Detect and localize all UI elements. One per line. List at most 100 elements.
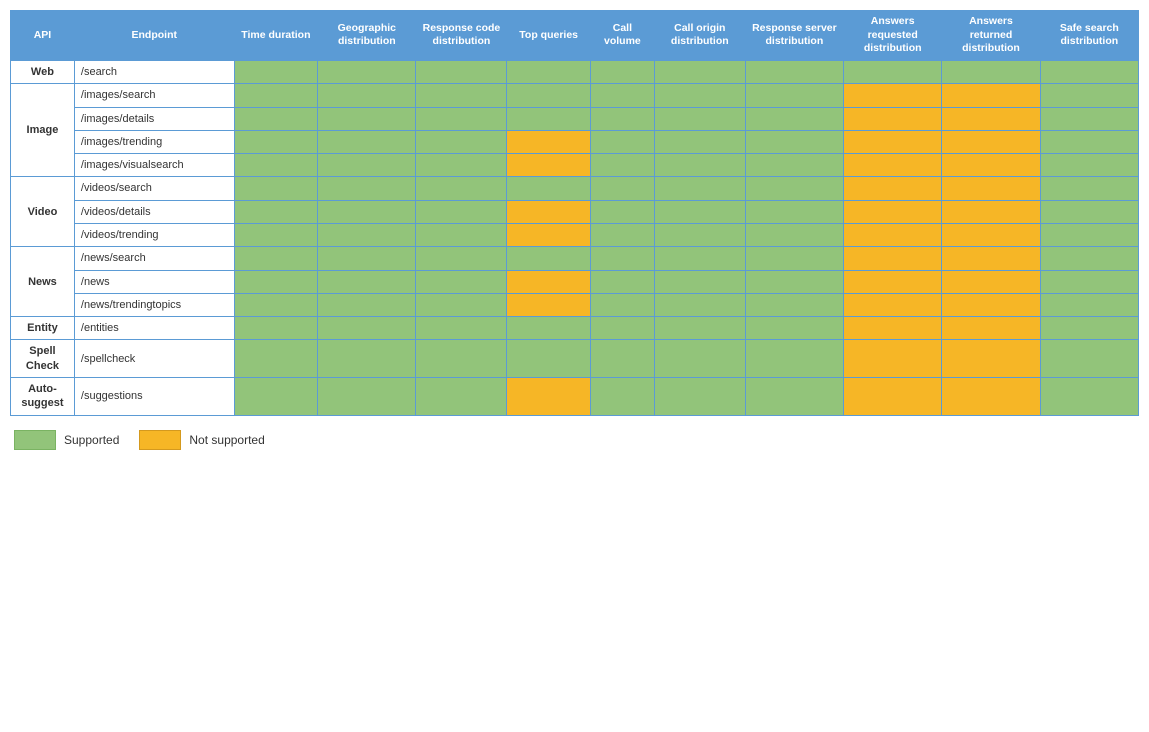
legend-orange-box — [139, 430, 181, 450]
feature-cell — [318, 293, 416, 316]
feature-cell — [942, 84, 1040, 107]
feature-cell — [590, 84, 654, 107]
feature-cell — [654, 177, 745, 200]
feature-cell — [590, 293, 654, 316]
feature-cell — [654, 293, 745, 316]
feature-cell — [507, 130, 591, 153]
table-row: /videos/details — [11, 200, 1139, 223]
endpoint-cell: /news — [74, 270, 234, 293]
feature-cell — [318, 270, 416, 293]
feature-cell — [416, 200, 507, 223]
api-cell: Image — [11, 84, 75, 177]
feature-cell — [318, 107, 416, 130]
feature-cell — [942, 154, 1040, 177]
feature-cell — [507, 293, 591, 316]
feature-cell — [745, 60, 843, 83]
col-header-answers-requested: Answers requested distribution — [844, 11, 942, 61]
legend-green-box — [14, 430, 56, 450]
endpoint-cell: /images/trending — [74, 130, 234, 153]
feature-cell — [234, 270, 318, 293]
feature-cell — [234, 340, 318, 378]
feature-cell — [1040, 224, 1138, 247]
api-cell: Entity — [11, 317, 75, 340]
feature-cell — [318, 200, 416, 223]
feature-cell — [745, 84, 843, 107]
feature-cell — [844, 317, 942, 340]
legend-supported-label: Supported — [64, 433, 119, 447]
table-row: Image/images/search — [11, 84, 1139, 107]
col-header-endpoint: Endpoint — [74, 11, 234, 61]
feature-cell — [1040, 378, 1138, 416]
feature-cell — [590, 154, 654, 177]
feature-cell — [318, 317, 416, 340]
feature-cell — [942, 224, 1040, 247]
table-row: /images/details — [11, 107, 1139, 130]
feature-cell — [942, 378, 1040, 416]
feature-cell — [318, 247, 416, 270]
feature-cell — [942, 130, 1040, 153]
feature-cell — [507, 107, 591, 130]
table-row: Auto- suggest/suggestions — [11, 378, 1139, 416]
endpoint-cell: /search — [74, 60, 234, 83]
table-row: /images/trending — [11, 130, 1139, 153]
endpoint-cell: /images/details — [74, 107, 234, 130]
feature-cell — [654, 317, 745, 340]
feature-cell — [654, 270, 745, 293]
feature-cell — [1040, 130, 1138, 153]
endpoint-cell: /videos/details — [74, 200, 234, 223]
legend-not-supported: Not supported — [139, 430, 264, 450]
feature-cell — [844, 340, 942, 378]
feature-cell — [234, 177, 318, 200]
feature-matrix-table: API Endpoint Time duration Geographic di… — [10, 10, 1139, 416]
feature-cell — [942, 340, 1040, 378]
feature-cell — [942, 247, 1040, 270]
feature-cell — [416, 107, 507, 130]
endpoint-cell: /entities — [74, 317, 234, 340]
feature-cell — [318, 378, 416, 416]
feature-cell — [1040, 154, 1138, 177]
col-header-geo: Geographic distribution — [318, 11, 416, 61]
feature-cell — [942, 293, 1040, 316]
feature-cell — [507, 60, 591, 83]
feature-cell — [507, 224, 591, 247]
feature-cell — [416, 247, 507, 270]
feature-cell — [507, 340, 591, 378]
feature-cell — [654, 154, 745, 177]
legend: Supported Not supported — [10, 430, 1139, 450]
feature-cell — [654, 340, 745, 378]
feature-cell — [1040, 340, 1138, 378]
feature-cell — [416, 154, 507, 177]
endpoint-cell: /suggestions — [74, 378, 234, 416]
feature-cell — [234, 200, 318, 223]
feature-cell — [844, 154, 942, 177]
feature-cell — [318, 224, 416, 247]
feature-cell — [844, 378, 942, 416]
feature-cell — [507, 154, 591, 177]
endpoint-cell: /videos/trending — [74, 224, 234, 247]
feature-cell — [1040, 84, 1138, 107]
feature-cell — [507, 84, 591, 107]
feature-cell — [942, 317, 1040, 340]
col-header-top-queries: Top queries — [507, 11, 591, 61]
feature-cell — [416, 60, 507, 83]
feature-cell — [745, 224, 843, 247]
feature-cell — [318, 154, 416, 177]
feature-cell — [1040, 107, 1138, 130]
feature-cell — [654, 378, 745, 416]
feature-cell — [654, 107, 745, 130]
endpoint-cell: /images/visualsearch — [74, 154, 234, 177]
feature-cell — [942, 177, 1040, 200]
feature-cell — [654, 130, 745, 153]
feature-cell — [844, 84, 942, 107]
feature-cell — [942, 200, 1040, 223]
feature-cell — [745, 340, 843, 378]
feature-cell — [234, 293, 318, 316]
feature-cell — [1040, 177, 1138, 200]
feature-cell — [590, 60, 654, 83]
feature-cell — [745, 247, 843, 270]
feature-cell — [745, 293, 843, 316]
feature-cell — [654, 200, 745, 223]
feature-cell — [844, 224, 942, 247]
api-cell: Spell Check — [11, 340, 75, 378]
feature-cell — [507, 247, 591, 270]
